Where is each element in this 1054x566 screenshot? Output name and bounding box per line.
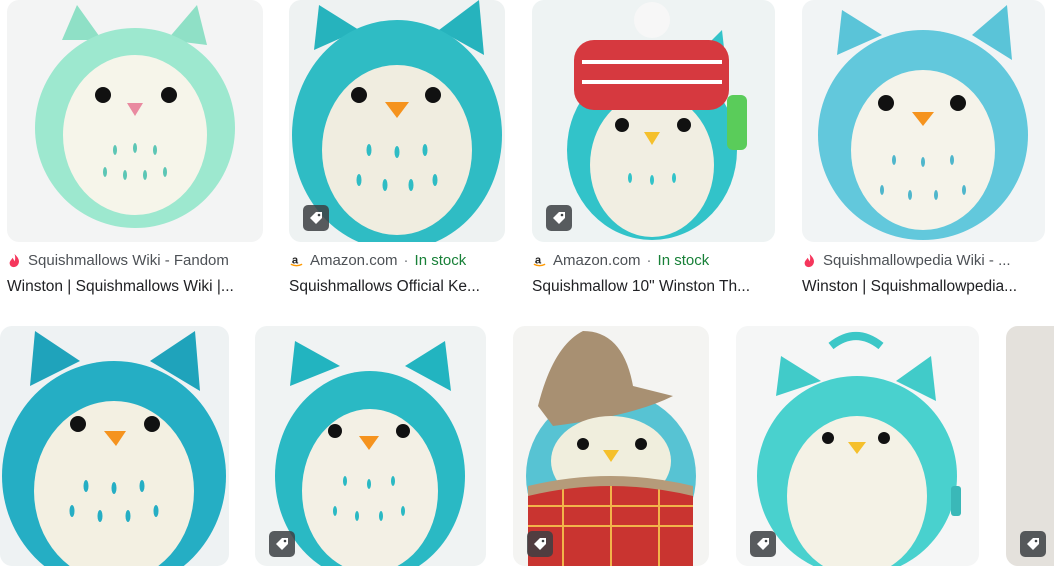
result-title-4[interactable]: Winston | Squishmallowpedia...: [802, 278, 1042, 296]
result-card-8[interactable]: [736, 326, 979, 566]
shopping-tag-icon[interactable]: [750, 531, 776, 557]
result-card-1[interactable]: Squishmallows Wiki - Fandom Winston | Sq…: [7, 0, 263, 300]
owl-plush-image: [526, 331, 696, 566]
result-card-9[interactable]: [1006, 326, 1054, 566]
result-image-4[interactable]: [802, 0, 1045, 242]
stock-status: In stock: [657, 252, 710, 269]
source-name: Amazon.com: [310, 252, 398, 269]
source-name: Squishmallows Wiki - Fandom: [28, 252, 229, 269]
result-image-9[interactable]: [1006, 326, 1054, 566]
result-card-4[interactable]: Squishmallowpedia Wiki - ... Winston | S…: [802, 0, 1045, 300]
owl-plush-image: [275, 341, 465, 566]
result-title-3[interactable]: Squishmallow 10" Winston Th...: [532, 278, 775, 296]
result-image-8[interactable]: [736, 326, 979, 566]
owl-plush-image: [35, 5, 235, 228]
result-image-7[interactable]: [513, 326, 709, 566]
result-source-1[interactable]: Squishmallows Wiki - Fandom: [7, 252, 229, 269]
result-title-1[interactable]: Winston | Squishmallows Wiki |...: [7, 278, 257, 296]
owl-plush-image: [757, 332, 961, 566]
result-title-2[interactable]: Squishmallows Official Ke...: [289, 278, 505, 296]
result-source-4[interactable]: Squishmallowpedia Wiki - ...: [802, 252, 1011, 269]
result-image-3[interactable]: [532, 0, 775, 242]
stock-status: In stock: [414, 252, 467, 269]
result-image-5[interactable]: [0, 326, 229, 566]
source-name: Squishmallowpedia Wiki - ...: [823, 252, 1011, 269]
source-name: Amazon.com: [553, 252, 641, 269]
amazon-icon: a: [532, 253, 547, 268]
amazon-icon: a: [289, 253, 304, 268]
shopping-tag-icon[interactable]: [269, 531, 295, 557]
result-card-3[interactable]: a Amazon.com · In stock Squishmallow 10"…: [532, 0, 775, 300]
separator: ·: [403, 252, 409, 269]
separator: ·: [646, 252, 652, 269]
owl-plush-image: [818, 5, 1028, 240]
fandom-flame-icon: [802, 253, 817, 268]
result-source-2[interactable]: a Amazon.com · In stock: [289, 252, 466, 269]
shopping-tag-icon[interactable]: [1020, 531, 1046, 557]
result-image-6[interactable]: [255, 326, 486, 566]
result-card-6[interactable]: [255, 326, 486, 566]
result-card-2[interactable]: a Amazon.com · In stock Squishmallows Of…: [289, 0, 505, 300]
owl-plush-image: [2, 331, 226, 566]
shopping-tag-icon[interactable]: [527, 531, 553, 557]
fandom-flame-icon: [7, 253, 22, 268]
shopping-tag-icon[interactable]: [546, 205, 572, 231]
result-image-2[interactable]: [289, 0, 505, 242]
shopping-tag-icon[interactable]: [303, 205, 329, 231]
result-source-3[interactable]: a Amazon.com · In stock: [532, 252, 709, 269]
result-image-1[interactable]: [7, 0, 263, 242]
result-card-5[interactable]: [0, 326, 229, 566]
result-card-7[interactable]: [513, 326, 709, 566]
